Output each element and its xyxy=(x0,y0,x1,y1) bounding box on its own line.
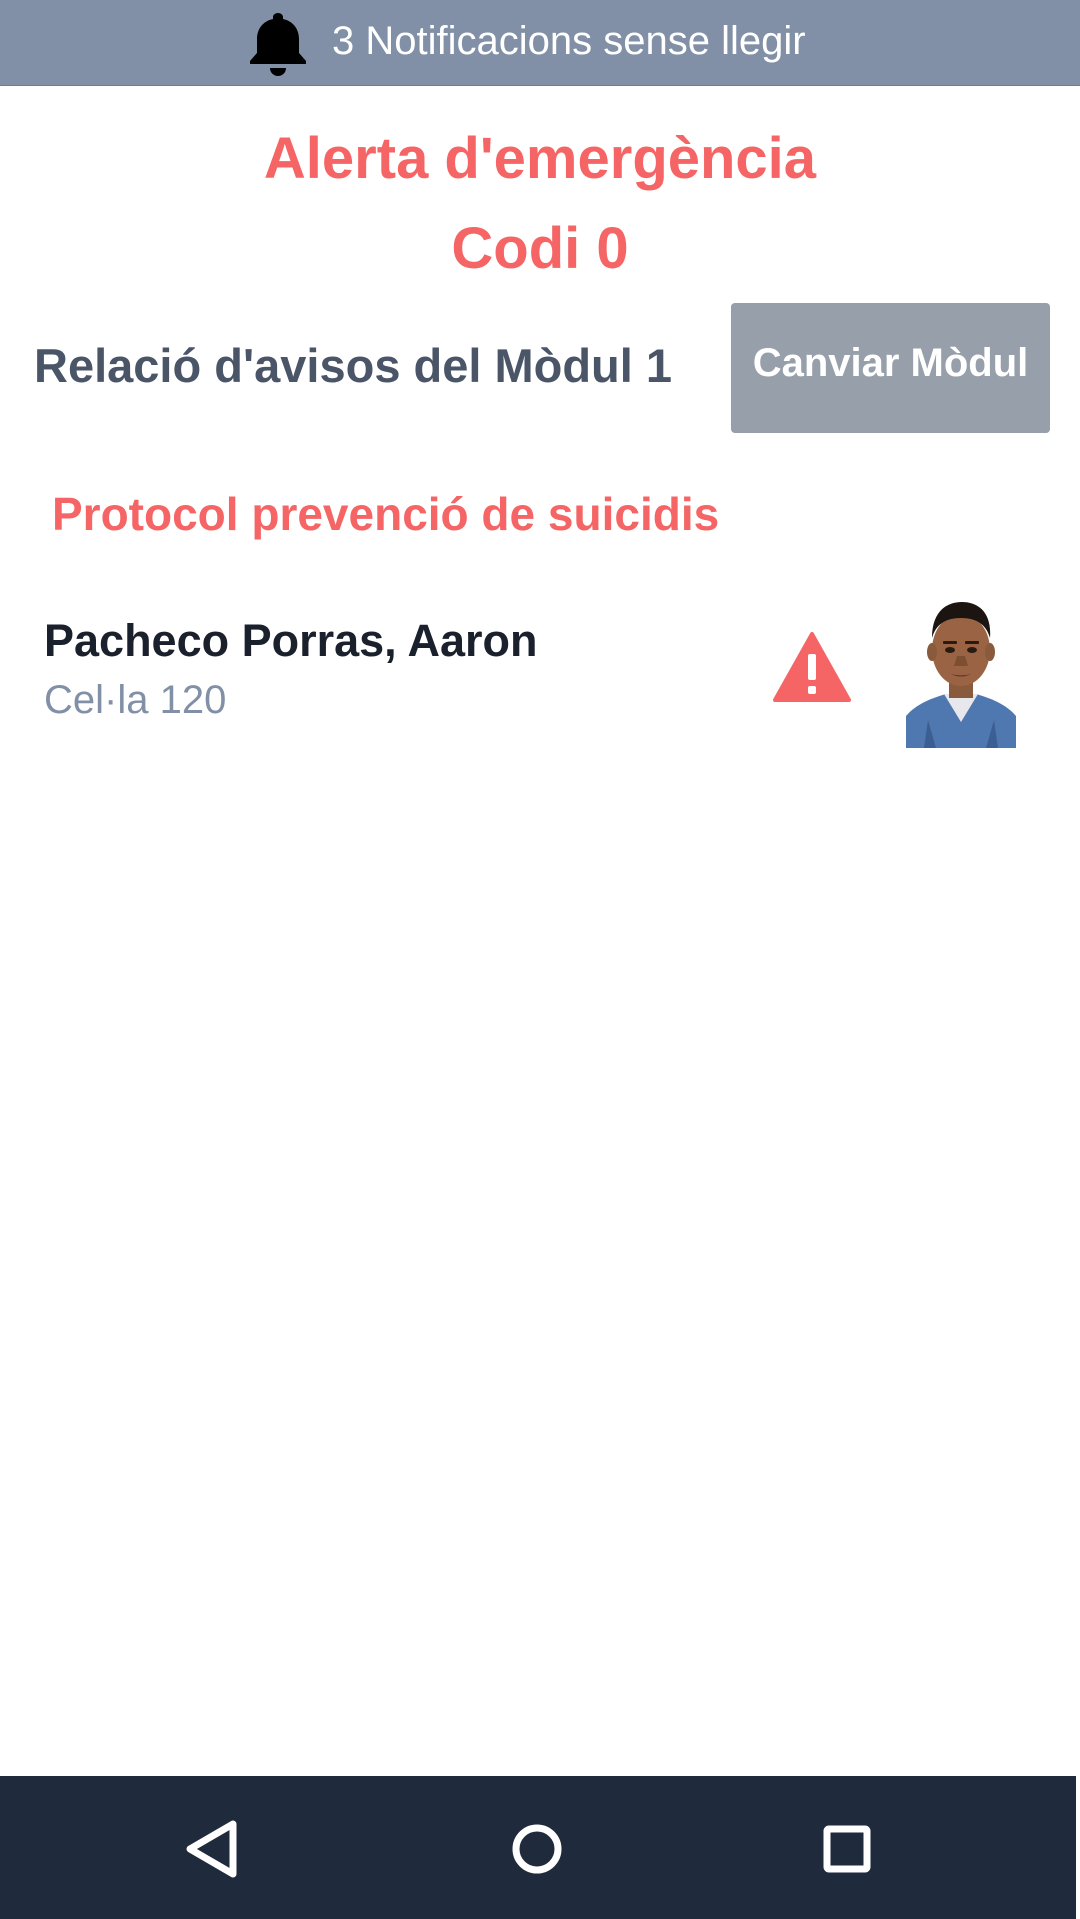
warning-icon xyxy=(773,632,851,702)
back-icon[interactable] xyxy=(168,1804,258,1894)
protocol-title: Protocol prevenció de suicidis xyxy=(52,488,720,540)
home-icon[interactable] xyxy=(492,1804,582,1894)
inmate-name: Pacheco Porras, Aaron xyxy=(44,615,538,666)
navigation-bar xyxy=(0,1776,1076,1919)
inmate-cell: Cel·la 120 xyxy=(44,678,227,722)
bell-icon xyxy=(250,13,306,76)
change-module-button[interactable]: Canviar Mòdul xyxy=(731,303,1050,433)
recent-apps-icon[interactable] xyxy=(802,1804,892,1894)
avatar[interactable] xyxy=(906,594,1016,748)
alert-title: Alerta d'emergència xyxy=(263,126,817,191)
alert-code: Codi 0 xyxy=(451,216,629,281)
list-item[interactable]: Pacheco Porras, Aaron Cel·la 120 xyxy=(0,580,1080,760)
notification-bar[interactable]: 3 Notificacions sense llegir xyxy=(0,0,1080,86)
module-label: Relació d'avisos del Mòdul 1 xyxy=(34,339,673,392)
notification-text: 3 Notificacions sense llegir xyxy=(332,19,806,63)
avatar-photo xyxy=(906,594,1016,748)
